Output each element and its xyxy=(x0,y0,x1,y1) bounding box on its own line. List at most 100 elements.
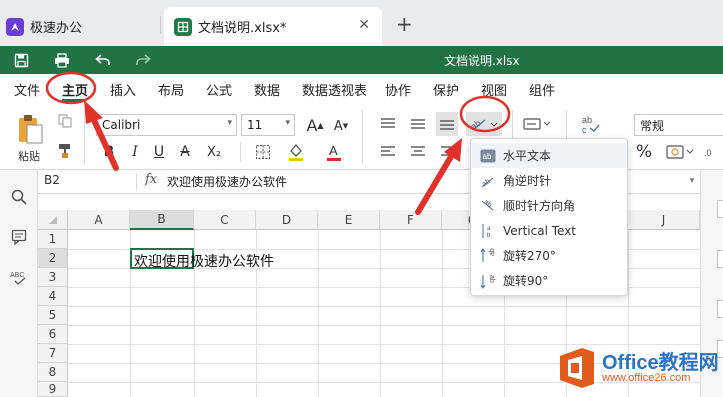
menu-item-label: 顺时针方向角 xyxy=(503,199,576,213)
grow-font-button[interactable]: A ▲ xyxy=(306,114,324,136)
cell-b2-text: 欢迎使用极速办公软件 xyxy=(134,254,274,270)
wrap-text-icon[interactable] xyxy=(522,114,552,134)
fill-color-icon[interactable] xyxy=(283,140,309,164)
svg-text:ab: ab xyxy=(489,248,496,256)
row-header[interactable]: 6 xyxy=(38,325,68,344)
column-header[interactable]: D xyxy=(256,210,318,230)
save-icon[interactable] xyxy=(10,50,32,70)
column-header[interactable]: B xyxy=(130,210,194,230)
column-header[interactable]: F xyxy=(380,210,442,230)
menu-insert[interactable]: 插入 xyxy=(110,80,136,99)
menu-collaborate[interactable]: 协作 xyxy=(385,80,411,99)
bold-button[interactable]: B xyxy=(100,142,118,162)
align-right-icon[interactable] xyxy=(438,142,458,162)
align-left-icon[interactable] xyxy=(378,142,398,162)
spellcheck-panel-icon[interactable]: ABC xyxy=(10,268,28,286)
menu-item-rotate-270[interactable]: ab 旋转270° xyxy=(471,243,627,268)
column-header[interactable]: E xyxy=(318,210,380,230)
svg-text:a: a xyxy=(487,226,491,232)
menu-protect[interactable]: 保护 xyxy=(433,80,459,99)
column-header[interactable]: A xyxy=(68,210,130,230)
menu-item-rotate-90[interactable]: ab 旋转90° xyxy=(471,268,627,293)
comment-icon[interactable] xyxy=(10,228,28,246)
menu-home[interactable]: 主页 xyxy=(62,80,88,99)
align-top-icon[interactable] xyxy=(378,114,398,134)
menu-item-label: 水平文本 xyxy=(503,149,552,163)
vertical-text-icon: ab xyxy=(479,223,497,239)
copy-icon[interactable] xyxy=(56,112,74,130)
row-header[interactable]: 8 xyxy=(38,363,68,382)
borders-icon[interactable] xyxy=(250,142,276,162)
strikethrough-button[interactable]: A xyxy=(176,142,194,162)
right-panel-field[interactable] xyxy=(717,250,723,268)
grid-line xyxy=(68,306,700,307)
new-tab-button[interactable]: + xyxy=(396,14,413,34)
close-icon[interactable]: ✕ xyxy=(358,17,370,33)
shrink-font-button[interactable]: A ▼ xyxy=(332,116,350,136)
menu-item-angle-clockwise[interactable]: ab 顺时针方向角 xyxy=(471,193,627,218)
row-header[interactable]: 7 xyxy=(38,344,68,363)
row-header[interactable]: 5 xyxy=(38,306,68,325)
svg-text:b: b xyxy=(487,233,491,239)
menu-file[interactable]: 文件 xyxy=(14,80,40,99)
menu-pivot-table[interactable]: 数据透视表 xyxy=(302,80,367,99)
menu-components[interactable]: 组件 xyxy=(529,80,555,99)
decrease-decimal-icon[interactable]: .0 xyxy=(702,142,722,162)
svg-text:ab: ab xyxy=(483,152,492,161)
tab-document[interactable]: 文档说明.xlsx* ✕ xyxy=(164,7,382,46)
grid-line xyxy=(442,230,443,397)
svg-text:ab: ab xyxy=(469,118,483,132)
font-name-value: Calibri xyxy=(102,118,141,132)
svg-text:ab: ab xyxy=(483,199,493,209)
menu-item-angle-counterclockwise[interactable]: ab 角逆时针 xyxy=(471,168,627,193)
subscript-button[interactable]: X₂ xyxy=(203,142,225,162)
font-size-select[interactable]: 11 ▾ xyxy=(241,114,295,136)
tab-title: 极速办公 xyxy=(30,21,83,36)
menu-data[interactable]: 数据 xyxy=(254,80,280,99)
search-icon[interactable] xyxy=(10,188,28,206)
redo-icon[interactable] xyxy=(132,50,154,70)
spell-check-icon[interactable]: ab c xyxy=(578,112,602,136)
shrink-font-glyph: A xyxy=(333,118,343,134)
svg-text:ABC: ABC xyxy=(10,272,24,279)
menu-item-label: 角逆时针 xyxy=(503,174,552,188)
menu-view[interactable]: 视图 xyxy=(481,80,507,99)
tab-jisu-office[interactable]: 极速办公 xyxy=(6,7,158,46)
row-header[interactable]: 3 xyxy=(38,268,68,287)
row-header[interactable]: 9 xyxy=(38,382,68,397)
print-icon[interactable] xyxy=(51,50,73,70)
expand-formula-icon[interactable]: ▾ xyxy=(686,175,698,187)
align-center-icon[interactable] xyxy=(408,142,428,162)
right-panel-field[interactable] xyxy=(717,200,723,218)
font-name-select[interactable]: Calibri ▾ xyxy=(96,114,237,136)
row-header[interactable]: 2 xyxy=(38,249,68,268)
font-color-icon[interactable]: A xyxy=(322,140,346,164)
italic-button[interactable]: I xyxy=(126,142,144,162)
formula-input[interactable]: 欢迎使用极速办公软件 xyxy=(167,173,287,190)
menu-item-vertical-text[interactable]: ab Vertical Text xyxy=(471,218,627,243)
column-header[interactable]: J xyxy=(628,210,700,230)
align-middle-icon[interactable] xyxy=(408,114,428,134)
underline-button[interactable]: U xyxy=(150,142,168,162)
grid-line xyxy=(318,230,319,397)
document-title: 文档说明.xlsx xyxy=(444,54,520,68)
row-header[interactable]: 4 xyxy=(38,287,68,306)
format-painter-icon[interactable] xyxy=(56,142,74,160)
currency-format-icon[interactable] xyxy=(664,142,698,162)
align-bottom-icon[interactable] xyxy=(436,112,458,136)
cell-reference-box[interactable]: B2 xyxy=(44,173,134,191)
column-header[interactable]: C xyxy=(194,210,256,230)
select-all-corner[interactable] xyxy=(38,210,68,230)
undo-icon[interactable] xyxy=(92,50,114,70)
menu-item-horizontal-text[interactable]: ab 水平文本 xyxy=(471,143,627,168)
percent-button[interactable]: % xyxy=(634,142,654,162)
paste-icon[interactable] xyxy=(14,112,46,146)
text-orientation-button[interactable]: ab xyxy=(466,112,502,136)
menu-layout[interactable]: 布局 xyxy=(158,80,184,99)
number-format-select[interactable]: 常规 xyxy=(634,114,723,136)
right-panel-field[interactable] xyxy=(717,300,723,318)
title-bar: 文档说明.xlsx xyxy=(0,46,723,74)
menu-formula[interactable]: 公式 xyxy=(206,80,232,99)
function-icon[interactable]: fx xyxy=(145,172,157,187)
row-header[interactable]: 1 xyxy=(38,230,68,249)
